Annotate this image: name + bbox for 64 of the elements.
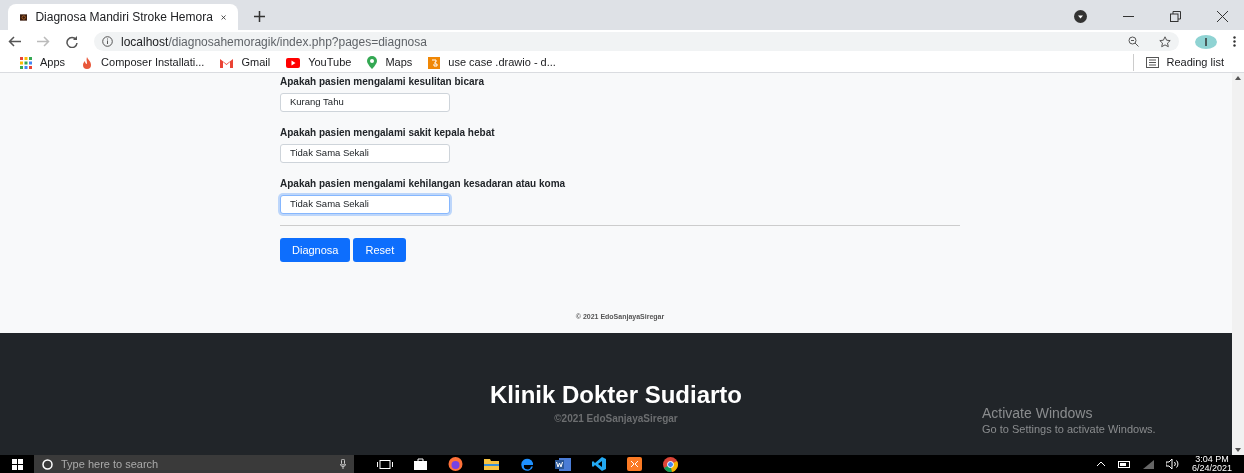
bookmark-item[interactable]: Gmail bbox=[220, 54, 271, 71]
reading-list-button[interactable]: Reading list bbox=[1132, 54, 1224, 71]
list-icon bbox=[1145, 57, 1159, 68]
task-view-icon[interactable] bbox=[377, 459, 393, 469]
close-icon[interactable] bbox=[1217, 11, 1228, 22]
taskbar-search-field[interactable]: Type here to search bbox=[34, 455, 354, 473]
bookmark-item[interactable]: Maps bbox=[367, 54, 413, 71]
folder-icon[interactable] bbox=[484, 458, 499, 470]
windows-logo-icon[interactable] bbox=[11, 458, 23, 470]
profile-dropdown-icon[interactable] bbox=[1074, 10, 1087, 23]
bookmark-item[interactable]: use case .drawio - d... bbox=[428, 54, 556, 71]
word-document-icon[interactable] bbox=[555, 457, 571, 471]
activation-text: Go to Settings to activate Windows. bbox=[982, 422, 1156, 437]
footer-title: Klinik Dokter Sudiarto bbox=[489, 381, 742, 409]
clock-date: 6/24/2021 bbox=[1191, 464, 1232, 473]
star-icon[interactable] bbox=[1159, 35, 1171, 48]
speaker-icon[interactable] bbox=[1165, 459, 1180, 469]
footer-subtitle: ©2021 EdoSanjayaSiregar bbox=[554, 412, 678, 426]
chrome-browser-icon[interactable] bbox=[663, 456, 678, 472]
apps-grid-icon bbox=[20, 56, 32, 69]
back-arrow-icon[interactable] bbox=[8, 36, 21, 47]
answer-field[interactable]: Kurang Tahu bbox=[280, 93, 450, 112]
question-label: Apakah pasien mengalami kesulitan bicara bbox=[280, 75, 485, 89]
question-label: Apakah pasien mengalami sakit kepala hebat bbox=[280, 126, 496, 140]
map-pin-icon bbox=[367, 56, 378, 69]
restore-icon[interactable] bbox=[1170, 11, 1181, 22]
diagram-icon bbox=[428, 56, 441, 69]
question-label: Apakah pasien mengalami kehilangan kesadaran atau koma bbox=[280, 177, 567, 191]
battery-icon[interactable] bbox=[1117, 460, 1131, 468]
store-bag-icon[interactable] bbox=[414, 458, 427, 470]
form-button[interactable]: Diagnosa bbox=[280, 238, 351, 262]
flame-icon bbox=[81, 56, 94, 69]
url-text: localhost/diagnosahemoragik/index.php?pages=diagnosa bbox=[121, 33, 427, 51]
close-icon[interactable] bbox=[220, 12, 226, 22]
avatar-icon[interactable] bbox=[1195, 34, 1217, 49]
bookmark-item[interactable]: Apps bbox=[20, 54, 66, 71]
site-favicon-icon bbox=[20, 11, 28, 23]
form-button[interactable]: Reset bbox=[353, 238, 407, 262]
answer-field[interactable]: Tidak Sama Sekali bbox=[280, 195, 450, 214]
activation-title: Activate Windows bbox=[982, 405, 1094, 421]
fox-browser-icon[interactable] bbox=[448, 457, 463, 471]
tab-title: Diagnosa Mandiri Stroke Hemora bbox=[35, 9, 213, 26]
bookmark-item[interactable]: YouTube bbox=[286, 54, 352, 71]
zoom-out-icon[interactable] bbox=[1128, 36, 1139, 47]
mail-icon bbox=[220, 57, 234, 68]
code-editor-icon[interactable] bbox=[592, 457, 606, 471]
microphone-icon[interactable] bbox=[340, 459, 346, 469]
address-bar[interactable]: localhost/diagnosahemoragik/index.php?pages=diagnosa bbox=[94, 32, 1179, 51]
browser-tab[interactable]: Diagnosa Mandiri Stroke Hemora bbox=[8, 4, 238, 30]
new-tab-icon[interactable] bbox=[254, 11, 265, 22]
bookmark-item[interactable]: Composer Installati... bbox=[81, 54, 205, 71]
answer-field[interactable]: Tidak Sama Sekali bbox=[280, 144, 450, 163]
server-panel-icon[interactable] bbox=[627, 457, 642, 471]
edge-browser-icon[interactable] bbox=[520, 457, 534, 471]
reload-icon[interactable] bbox=[66, 35, 78, 48]
scroll-down-icon[interactable] bbox=[1235, 448, 1241, 452]
info-icon bbox=[102, 36, 113, 47]
play-icon bbox=[286, 57, 301, 68]
network-icon[interactable] bbox=[1142, 459, 1154, 469]
clock-time: 3:04 PM bbox=[1195, 455, 1229, 464]
chevron-up-icon[interactable] bbox=[1095, 461, 1106, 467]
circle-icon bbox=[42, 458, 53, 470]
scroll-up-icon[interactable] bbox=[1235, 76, 1241, 80]
menu-dots-icon[interactable] bbox=[1233, 36, 1236, 47]
